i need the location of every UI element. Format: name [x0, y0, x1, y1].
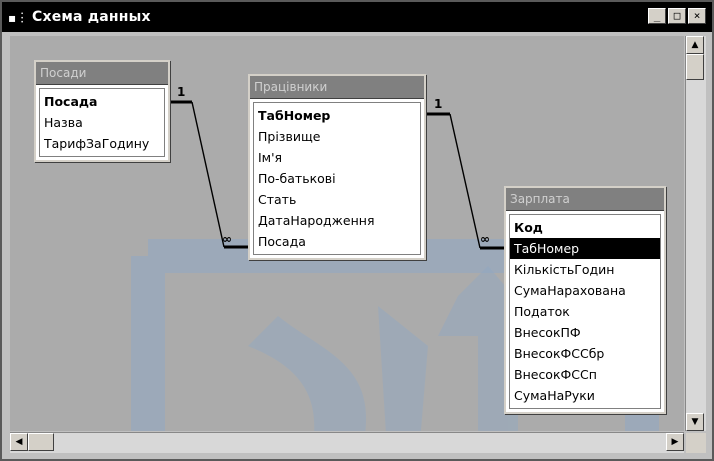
table-pratsivnyky[interactable]: Працівники ТабНомер Прізвище Ім'я По-бат… [248, 74, 426, 260]
field-item[interactable]: ВнесокФССбр [510, 343, 660, 364]
field-list[interactable]: Посада Назва ТарифЗаГодину [39, 88, 165, 157]
relation-many-label: ∞ [480, 232, 490, 246]
horizontal-scrollbar[interactable]: ◀ ▶ [10, 432, 684, 453]
title-bar[interactable]: ▪︙ Схема данных _ □ × [2, 2, 712, 32]
maximize-button[interactable]: □ [668, 8, 686, 24]
minimize-button[interactable]: _ [648, 8, 666, 24]
scroll-right-button[interactable]: ▶ [666, 433, 684, 451]
system-menu-icon[interactable]: ▪︙ [8, 7, 28, 27]
relation-many-label: ∞ [222, 232, 232, 246]
triangle-down-icon: ▼ [691, 417, 699, 427]
relation-one-label: 1 [434, 97, 442, 111]
triangle-right-icon: ▶ [671, 437, 679, 447]
resize-grip-icon[interactable] [686, 433, 706, 453]
vertical-scrollbar[interactable]: ▲ ▼ [685, 36, 706, 431]
field-item[interactable]: Податок [510, 301, 660, 322]
field-item[interactable]: ДатаНародження [254, 210, 420, 231]
relation-one-label: 1 [177, 85, 185, 99]
window-title: Схема данных [32, 9, 151, 25]
field-item[interactable]: По-батькові [254, 168, 420, 189]
table-posady[interactable]: Посади Посада Назва ТарифЗаГодину [34, 60, 170, 162]
scroll-down-button[interactable]: ▼ [686, 413, 704, 431]
scroll-up-button[interactable]: ▲ [686, 36, 704, 54]
field-item[interactable]: Код [510, 217, 660, 238]
table-title[interactable]: Посади [36, 62, 168, 85]
field-item[interactable]: ВнесокПФ [510, 322, 660, 343]
field-item[interactable]: Назва [40, 112, 164, 133]
field-item[interactable]: Посада [40, 91, 164, 112]
scroll-left-button[interactable]: ◀ [10, 433, 28, 451]
field-item[interactable]: ТарифЗаГодину [40, 133, 164, 154]
triangle-left-icon: ◀ [15, 437, 23, 447]
field-item[interactable]: Посада [254, 231, 420, 252]
triangle-up-icon: ▲ [691, 40, 699, 50]
field-item[interactable]: КількістьГодин [510, 259, 660, 280]
relationships-canvas[interactable]: 1 ∞ 1 ∞ Посади Посада Назва ТарифЗаГодин… [10, 36, 684, 431]
table-zarplata[interactable]: Зарплата Код ТабНомер КількістьГодин Сум… [504, 186, 666, 414]
field-item[interactable]: Стать [254, 189, 420, 210]
maximize-icon: □ [673, 9, 681, 22]
field-item-selected[interactable]: ТабНомер [510, 238, 660, 259]
close-icon: × [693, 9, 701, 22]
field-item[interactable]: ВнесокФССп [510, 364, 660, 385]
vertical-scroll-thumb[interactable] [686, 54, 704, 80]
field-list[interactable]: ТабНомер Прізвище Ім'я По-батькові Стать… [253, 102, 421, 255]
field-item[interactable]: СумаНарахована [510, 280, 660, 301]
field-item[interactable]: Ім'я [254, 147, 420, 168]
close-button[interactable]: × [688, 8, 706, 24]
field-item[interactable]: Прізвище [254, 126, 420, 147]
table-title[interactable]: Зарплата [506, 188, 664, 211]
table-title[interactable]: Працівники [250, 76, 424, 99]
field-list[interactable]: Код ТабНомер КількістьГодин СумаНарахова… [509, 214, 661, 409]
minimize-icon: _ [653, 9, 661, 22]
field-item[interactable]: ТабНомер [254, 105, 420, 126]
horizontal-scroll-thumb[interactable] [28, 433, 54, 451]
relationship-window: ▪︙ Схема данных _ □ × 1 ∞ 1 ∞ Посади Пос… [0, 0, 714, 461]
field-item[interactable]: СумаНаРуки [510, 385, 660, 406]
